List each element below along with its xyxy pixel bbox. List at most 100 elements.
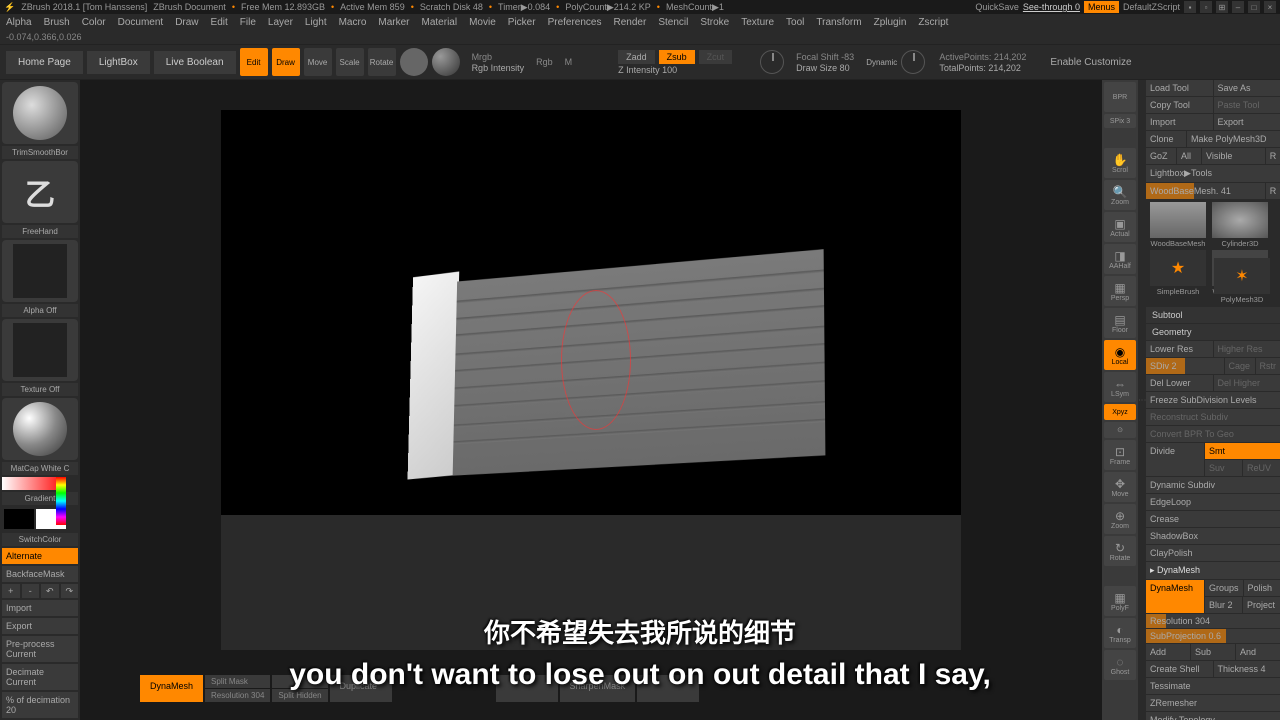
lowerres-button[interactable]: Lower Res [1146,341,1213,357]
mini-btn[interactable]: + [2,584,20,598]
minimize-icon[interactable]: – [1232,1,1244,13]
menu-zscript[interactable]: Zscript [918,17,948,28]
duplicate-button[interactable]: Duplicate [330,675,392,702]
resolution-slider[interactable]: Resolution 304 [1146,614,1280,628]
move-mode-button[interactable]: Move [304,48,332,76]
move-nav-button[interactable]: ✥Move [1104,472,1136,502]
mrgb-button[interactable]: Mrgb [472,52,525,62]
meshname-slider[interactable]: WoodBaseMesh. 41 [1146,183,1265,199]
spix-slider[interactable]: SPix 3 [1104,114,1136,128]
menu-layer[interactable]: Layer [268,17,293,28]
geometry-header[interactable]: Geometry [1146,324,1280,340]
thickness-slider[interactable]: Thickness 4 [1214,661,1280,677]
smt-button[interactable]: Smt [1205,443,1280,459]
menu-file[interactable]: File [240,17,256,28]
dynamesh-button[interactable]: DynaMesh [1146,580,1204,613]
zcut-button[interactable]: Zcut [699,50,733,64]
menu-macro[interactable]: Macro [339,17,367,28]
size-dial[interactable] [901,50,925,74]
tool-item[interactable]: Cylinder3D [1210,202,1270,248]
menu-texture[interactable]: Texture [741,17,774,28]
maximize-icon[interactable]: □ [1248,1,1260,13]
menu-movie[interactable]: Movie [469,17,496,28]
dynamic-button[interactable]: Dynamic [866,58,897,67]
sdiv-slider[interactable]: SDiv 2 [1146,358,1224,374]
preprocess-button[interactable]: Pre-process Current [2,636,78,662]
menu-stroke[interactable]: Stroke [700,17,729,28]
goz-all-button[interactable]: All [1177,148,1201,164]
sphere-button[interactable] [432,48,460,76]
sharpenmask-button[interactable]: SharpenMask [560,675,636,702]
modifytopology-header[interactable]: Modify Topology [1146,712,1280,720]
project-button[interactable]: Project [1243,597,1280,613]
gradient-label[interactable]: Gradient [2,492,78,505]
menu-color[interactable]: Color [82,17,106,28]
swatch-black[interactable] [4,509,34,529]
menu-marker[interactable]: Marker [378,17,409,28]
zoom-nav-button[interactable]: ⊕Zoom [1104,504,1136,534]
focal-dial[interactable] [760,50,784,74]
crease-header[interactable]: Crease [1146,511,1280,527]
shelf-btn[interactable] [496,675,558,702]
edit-mode-button[interactable]: Edit [240,48,268,76]
dynamesh-shelf-button[interactable]: DynaMesh [140,675,203,702]
menu-document[interactable]: Document [118,17,164,28]
seethrough-slider[interactable]: See-through 0 [1023,2,1080,12]
stroke-slot[interactable]: 乙 [2,161,78,223]
menu-edit[interactable]: Edit [211,17,228,28]
hue-bar[interactable] [56,477,66,525]
goz-r-button[interactable]: R [1266,148,1280,164]
makepolymesh-button[interactable]: Make PolyMesh3D [1187,131,1280,147]
reuv-button[interactable]: ReUV [1243,460,1280,476]
menu-transform[interactable]: Transform [816,17,861,28]
and-button[interactable]: And [1236,644,1280,660]
homepage-button[interactable]: Home Page [6,51,83,74]
window-icon[interactable]: ▪ [1184,1,1196,13]
shelf-btn[interactable] [272,675,327,688]
menu-alpha[interactable]: Alpha [6,17,32,28]
zadd-button[interactable]: Zadd [618,50,655,64]
enablecustomize-button[interactable]: Enable Customize [1050,57,1131,68]
shelf-btn[interactable] [637,675,699,702]
menu-stencil[interactable]: Stencil [658,17,688,28]
rotate-mode-button[interactable]: Rotate [368,48,396,76]
ghost-button[interactable]: ◌Ghost [1104,650,1136,680]
import-button[interactable]: Import [1146,114,1213,130]
texture-slot[interactable] [2,319,78,381]
zintensity-label[interactable]: Z Intensity 100 [618,65,732,75]
lightbox-button[interactable]: LightBox [87,51,150,74]
menu-draw[interactable]: Draw [175,17,198,28]
zremesher-header[interactable]: ZRemesher [1146,695,1280,711]
m-button[interactable]: M [565,57,573,67]
window-icon[interactable]: ▫ [1200,1,1212,13]
decimate-button[interactable]: Decimate Current [2,664,78,690]
delhigher-button[interactable]: Del Higher [1214,375,1280,391]
mini-btn[interactable]: ↶ [41,584,59,598]
persp-button[interactable]: ▦Persp [1104,276,1136,306]
splithidden-button[interactable]: Split Hidden [272,689,327,702]
aahalf-button[interactable]: ◨AAHalf [1104,244,1136,274]
tool-item[interactable]: ✶PolyMesh3D [1212,258,1272,304]
p-button[interactable]: ⊙ [1104,422,1136,438]
dellower-button[interactable]: Del Lower [1146,375,1213,391]
dynamesh-header[interactable]: ▸ DynaMesh [1146,562,1280,579]
actual-button[interactable]: ▣Actual [1104,212,1136,242]
export-button[interactable]: Export [1214,114,1280,130]
saveas-button[interactable]: Save As [1214,80,1280,96]
scroll-button[interactable]: ✋Scrol [1104,148,1136,178]
groups-button[interactable]: Groups [1205,580,1243,596]
lightbox-tools-button[interactable]: Lightbox▶Tools [1146,165,1280,182]
brush-slot[interactable] [2,82,78,144]
menu-render[interactable]: Render [614,17,647,28]
goz-visible-button[interactable]: Visible [1202,148,1265,164]
panel-divider[interactable]: ⋮ [1138,80,1146,720]
higherres-button[interactable]: Higher Res [1214,341,1280,357]
export-button[interactable]: Export [2,618,78,634]
bpr-button[interactable]: BPR [1104,82,1136,112]
freeze-button[interactable]: Freeze SubDivision Levels [1146,392,1280,408]
backfacemask-button[interactable]: BackfaceMask [2,566,78,582]
xpyz-button[interactable]: Xpyz [1104,404,1136,420]
menus-button[interactable]: Menus [1084,1,1119,13]
menu-light[interactable]: Light [305,17,327,28]
switchcolor-button[interactable]: SwitchColor [2,533,78,546]
